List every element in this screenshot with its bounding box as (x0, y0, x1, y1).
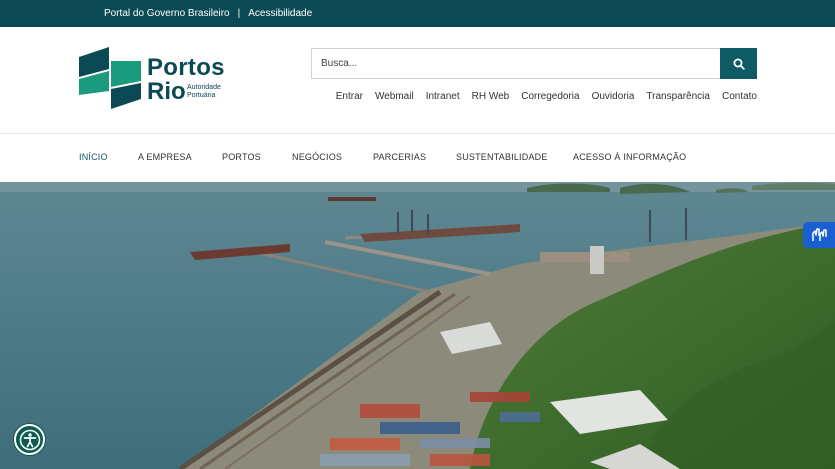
accessibility-link[interactable]: Acessibilidade (248, 8, 312, 19)
hero-banner-image[interactable] (0, 182, 835, 469)
gov-portal-link[interactable]: Portal do Governo Brasileiro (104, 8, 230, 19)
logo-subtitle-line2: Portuária (187, 92, 216, 99)
sign-language-hands-icon (812, 228, 827, 241)
top-separator: | (237, 8, 241, 19)
search-button[interactable] (720, 48, 757, 79)
top-links: Portal do Governo Brasileiro | Acessibil… (104, 0, 312, 27)
accessibility-widget-button[interactable] (14, 424, 45, 455)
nav-item-negocios[interactable]: NEGÓCIOS (292, 152, 342, 162)
nav-item-a-empresa[interactable]: A EMPRESA (138, 152, 192, 162)
port-aerial-photo (0, 182, 835, 469)
top-government-bar: Portal do Governo Brasileiro | Acessibil… (0, 0, 835, 27)
utility-link-webmail[interactable]: Webmail (375, 91, 414, 102)
search-box (311, 48, 757, 79)
logo-subtitle: Autoridade Portuária (187, 84, 221, 100)
nav-item-inicio[interactable]: INÍCIO (79, 152, 108, 162)
portos-rio-logo[interactable]: Portos Rio Autoridade Portuária (79, 47, 239, 109)
utility-link-rh-web[interactable]: RH Web (472, 91, 510, 102)
nav-item-parcerias[interactable]: PARCERIAS (373, 152, 426, 162)
logo-subtitle-line1: Autoridade (187, 84, 221, 91)
search-input[interactable] (312, 49, 721, 78)
utility-link-ouvidoria[interactable]: Ouvidoria (592, 91, 635, 102)
utility-link-corregedoria[interactable]: Corregedoria (521, 91, 579, 102)
utility-link-entrar[interactable]: Entrar (336, 91, 363, 102)
utility-link-intranet[interactable]: Intranet (426, 91, 460, 102)
nav-item-acesso-informacao[interactable]: ACESSO À INFORMAÇÃO (573, 152, 686, 162)
logo-mark-icon (79, 47, 141, 109)
site-header: Portos Rio Autoridade Portuária Entrar We… (0, 27, 835, 134)
vlibras-widget-button[interactable] (803, 222, 835, 248)
nav-item-portos[interactable]: PORTOS (222, 152, 261, 162)
accessibility-icon (19, 429, 40, 450)
search-icon (733, 58, 745, 70)
main-navigation: INÍCIO A EMPRESA PORTOS NEGÓCIOS PARCERI… (0, 135, 835, 182)
utility-link-contato[interactable]: Contato (722, 91, 757, 102)
logo-word-portos: Portos (147, 54, 225, 81)
nav-item-sustentabilidade[interactable]: SUSTENTABILIDADE (456, 152, 548, 162)
utility-link-transparencia[interactable]: Transparência (646, 91, 710, 102)
utility-links: Entrar Webmail Intranet RH Web Corregedoria O… (324, 91, 757, 102)
logo-word-rio: Rio (147, 78, 186, 105)
